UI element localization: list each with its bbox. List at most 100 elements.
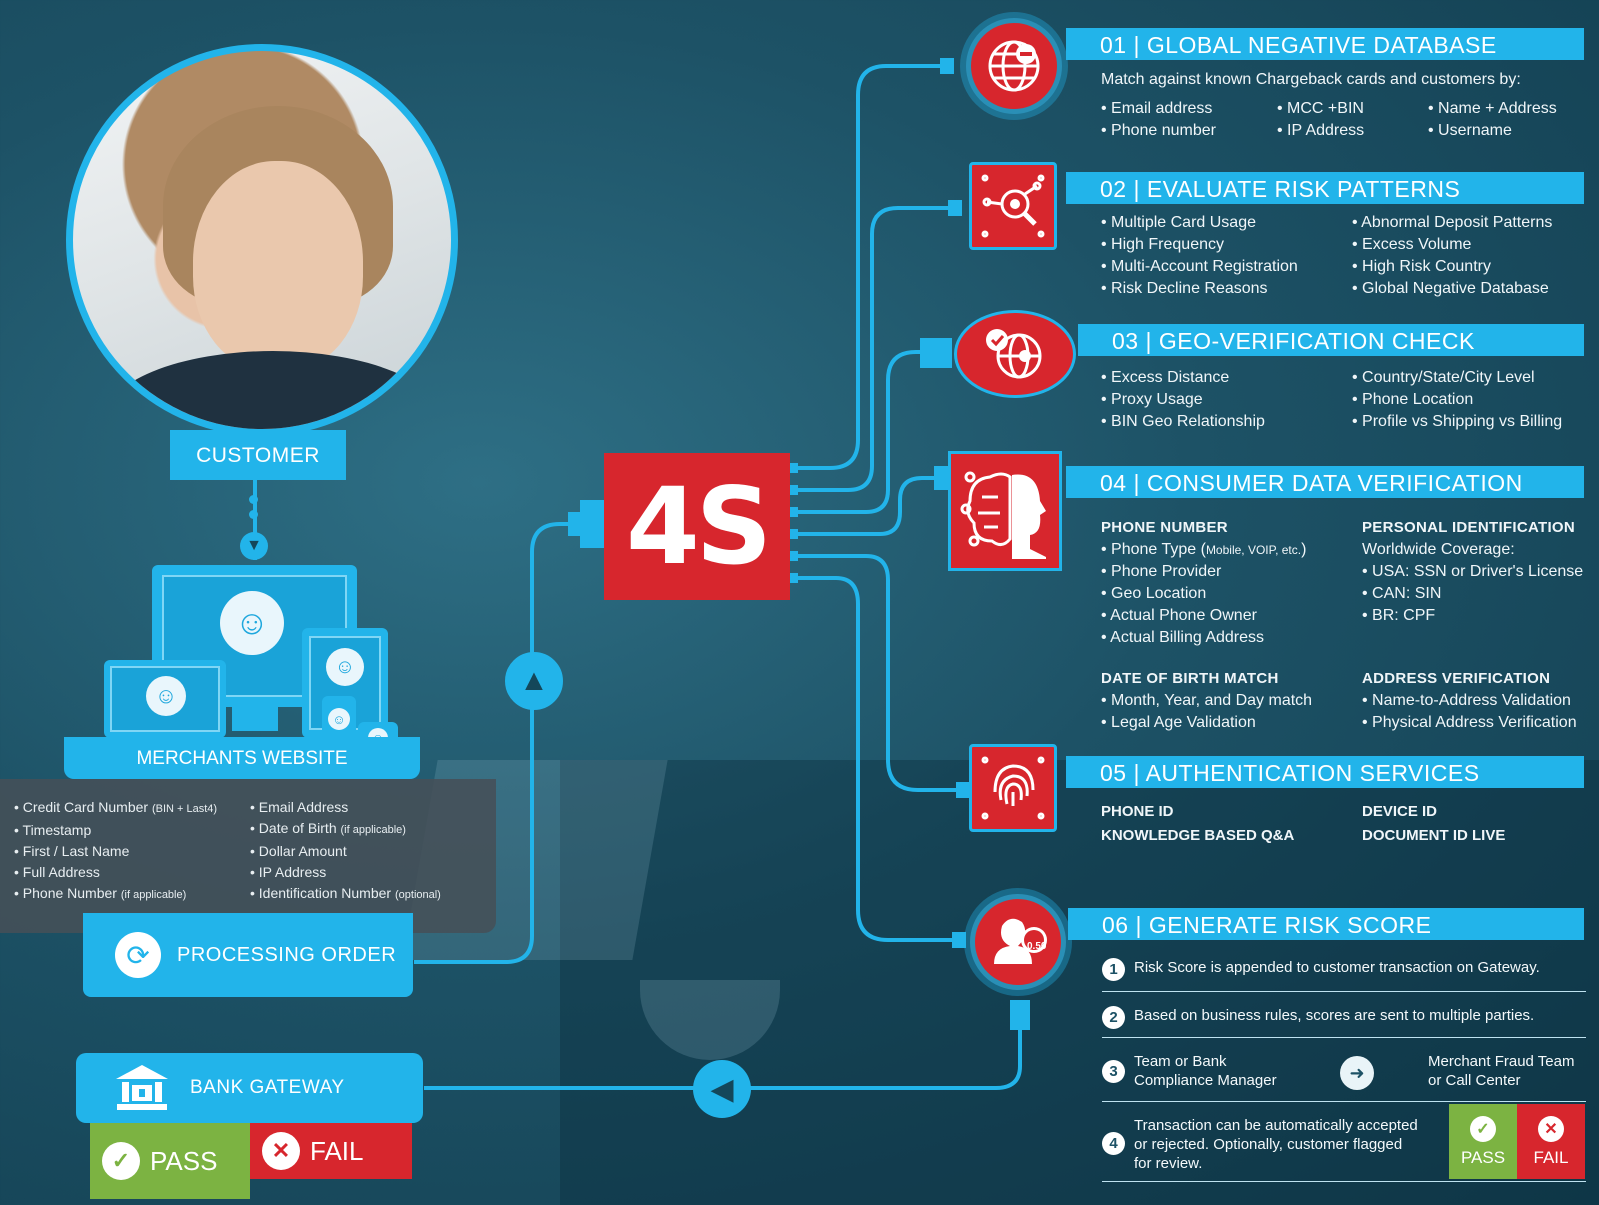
auth-service-item: DOCUMENT ID LIVE bbox=[1362, 827, 1506, 844]
globe-pin-icon bbox=[954, 310, 1076, 398]
phone-number-items: • Phone Provider • Geo Location • Actual P… bbox=[1101, 561, 1306, 649]
personal-id-item: Worldwide Coverage: bbox=[1362, 541, 1515, 558]
dob-items: • Month, Year, and Day match • Legal Age … bbox=[1101, 690, 1312, 734]
pass-label: PASS bbox=[150, 1145, 218, 1176]
section-03-item: • Profile vs Shipping vs Billing bbox=[1352, 413, 1563, 430]
phone-type-item: • Phone Type (Mobile, VOIP, etc.) bbox=[1101, 541, 1307, 558]
personal-id-item: • USA: SSN or Driver's License bbox=[1362, 563, 1584, 580]
score-step-2: 2 Based on business rules, scores are se… bbox=[1102, 1001, 1586, 1038]
monitor-stand bbox=[232, 707, 278, 731]
pass-result: ✓ PASS bbox=[90, 1123, 250, 1199]
x-icon: ✕ bbox=[1538, 1115, 1564, 1142]
section-03-item: • Proxy Usage bbox=[1101, 391, 1203, 408]
fail-label: FAIL bbox=[310, 1135, 364, 1166]
section-02-item: • Multiple Card Usage bbox=[1101, 214, 1256, 231]
risk-score-value: 0.50 bbox=[1027, 941, 1047, 952]
section-02-column-1: • Multiple Card Usage • High Frequency • M… bbox=[1101, 212, 1298, 300]
phone-number-item: • Actual Phone Owner bbox=[1101, 607, 1257, 624]
section-01-item: • Username bbox=[1428, 122, 1512, 139]
score-step-3: 3 Team or Bank Compliance Manager ➜ Merch… bbox=[1102, 1046, 1586, 1102]
section-02-item: • High Risk Country bbox=[1352, 258, 1491, 275]
order-data-item: • IP Address bbox=[250, 864, 327, 880]
personal-id-heading: PERSONAL IDENTIFICATION bbox=[1362, 519, 1576, 536]
check-icon: ✓ bbox=[102, 1142, 140, 1180]
section-01-item: • Email address bbox=[1101, 100, 1213, 117]
section-03-item: • Excess Distance bbox=[1101, 369, 1230, 386]
section-06-title: 06 | GENERATE RISK SCORE bbox=[1068, 908, 1584, 940]
section-01-item: • IP Address bbox=[1277, 122, 1365, 139]
section-02-column-2: • Abnormal Deposit Patterns • Excess Volu… bbox=[1352, 212, 1552, 300]
personal-id-items: Worldwide Coverage: • USA: SSN or Driver'… bbox=[1362, 539, 1583, 627]
order-data-item: • Timestamp bbox=[14, 822, 92, 838]
processing-order-label: PROCESSING ORDER bbox=[177, 943, 397, 966]
order-data-item: • Dollar Amount bbox=[250, 843, 347, 859]
section-01-item: • Phone number bbox=[1101, 122, 1217, 139]
pass-label: PASS bbox=[1460, 1147, 1506, 1167]
pass-result-small: ✓ PASS bbox=[1449, 1104, 1517, 1179]
section-01-title: 01 | GLOBAL NEGATIVE DATABASE bbox=[1066, 28, 1584, 60]
order-data-column-1: • Credit Card Number (BIN + Last4) • Time… bbox=[14, 797, 217, 906]
section-01-column-1: • Email address • Phone number bbox=[1101, 98, 1216, 142]
user-avatar-icon: ☺ bbox=[326, 648, 364, 686]
section-03-column-2: • Country/State/City Level • Phone Locati… bbox=[1352, 367, 1562, 433]
4s-hub-logo: 4S bbox=[604, 453, 790, 600]
processing-order-button[interactable]: ⟳ PROCESSING ORDER bbox=[83, 913, 413, 997]
merchants-website-label: MERCHANTS WEBSITE bbox=[64, 737, 420, 779]
section-01-column-3: • Name + Address • Username bbox=[1428, 98, 1557, 142]
fail-result-small: ✕ FAIL bbox=[1517, 1104, 1585, 1179]
section-03-item: • BIN Geo Relationship bbox=[1101, 413, 1265, 430]
arrow-left-icon: ◀ bbox=[693, 1060, 751, 1118]
step-text: Risk Score is appended to customer trans… bbox=[1134, 959, 1540, 976]
x-icon: ✕ bbox=[262, 1132, 300, 1170]
personal-id-block: PERSONAL IDENTIFICATION Worldwide Covera… bbox=[1362, 517, 1583, 627]
auth-service-item: KNOWLEDGE BASED Q&A bbox=[1101, 827, 1295, 844]
phone-number-item: • Geo Location bbox=[1101, 585, 1207, 602]
section-02-item: • High Frequency bbox=[1101, 236, 1224, 253]
section-01-item: • MCC +BIN bbox=[1277, 100, 1364, 117]
section-03-item: • Country/State/City Level bbox=[1352, 369, 1535, 386]
phone-number-item: • Phone Provider bbox=[1101, 563, 1222, 580]
order-data-item: • Date of Birth (if applicable) bbox=[250, 820, 406, 836]
check-icon: ✓ bbox=[1470, 1115, 1496, 1142]
bank-gateway-button[interactable]: BANK GATEWAY bbox=[76, 1053, 423, 1123]
score-step-1: 1 Risk Score is appended to customer tra… bbox=[1102, 955, 1586, 992]
step-text-right: Merchant Fraud Team or Call Center bbox=[1428, 1053, 1575, 1089]
globe-minus-icon bbox=[966, 18, 1062, 114]
section-02-title: 02 | EVALUATE RISK PATTERNS bbox=[1066, 172, 1584, 204]
order-data-column-2: • Email Address • Date of Birth (if appli… bbox=[250, 797, 441, 906]
address-verification-items: • Name-to-Address Validation • Physical A… bbox=[1362, 690, 1577, 734]
section-05-column-1: PHONE ID KNOWLEDGE BASED Q&A bbox=[1101, 800, 1294, 848]
step-text: Transaction can be automatically accepte… bbox=[1134, 1117, 1418, 1172]
refresh-icon: ⟳ bbox=[115, 932, 161, 978]
address-verification-block: ADDRESS VERIFICATION • Name-to-Address V… bbox=[1362, 668, 1577, 734]
fail-result: ✕ FAIL bbox=[250, 1123, 412, 1179]
section-03-item: • Phone Location bbox=[1352, 391, 1474, 408]
fingerprint-icon bbox=[969, 744, 1057, 832]
section-02-item: • Excess Volume bbox=[1352, 236, 1472, 253]
dob-item: • Legal Age Validation bbox=[1101, 714, 1256, 731]
section-05-column-2: DEVICE ID DOCUMENT ID LIVE bbox=[1362, 800, 1505, 848]
fail-label: FAIL bbox=[1533, 1147, 1569, 1167]
user-avatar-icon: ☺ bbox=[220, 591, 284, 655]
brain-head-icon bbox=[948, 451, 1062, 571]
order-data-item: • Credit Card Number (BIN + Last4) bbox=[14, 799, 218, 815]
order-data-item: • Full Address bbox=[14, 864, 100, 880]
section-02-item: • Abnormal Deposit Patterns bbox=[1352, 214, 1553, 231]
address-verification-item: • Physical Address Verification bbox=[1362, 714, 1577, 731]
connector-dots bbox=[249, 495, 258, 525]
arrow-down-icon: ▼ bbox=[240, 532, 268, 560]
section-01-intro: Match against known Chargeback cards and… bbox=[1101, 71, 1521, 88]
section-04-title: 04 | CONSUMER DATA VERIFICATION bbox=[1066, 466, 1584, 498]
bank-icon bbox=[116, 1065, 168, 1110]
auth-service-item: PHONE ID bbox=[1101, 803, 1174, 820]
address-verification-item: • Name-to-Address Validation bbox=[1362, 692, 1571, 709]
section-05-title: 05 | AUTHENTICATION SERVICES bbox=[1066, 756, 1584, 788]
order-data-item: • Identification Number (optional) bbox=[250, 885, 441, 901]
section-01-column-2: • MCC +BIN • IP Address bbox=[1277, 98, 1364, 142]
laptop-device: ☺ bbox=[104, 660, 226, 738]
step-number: 1 bbox=[1102, 958, 1125, 981]
section-03-title: 03 | GEO-VERIFICATION CHECK bbox=[1078, 324, 1584, 356]
section-01-item: • Name + Address bbox=[1428, 100, 1557, 117]
order-data-item: • Email Address bbox=[250, 799, 349, 815]
phone-number-block: PHONE NUMBER • Phone Type (Mobile, VOIP,… bbox=[1101, 517, 1306, 649]
